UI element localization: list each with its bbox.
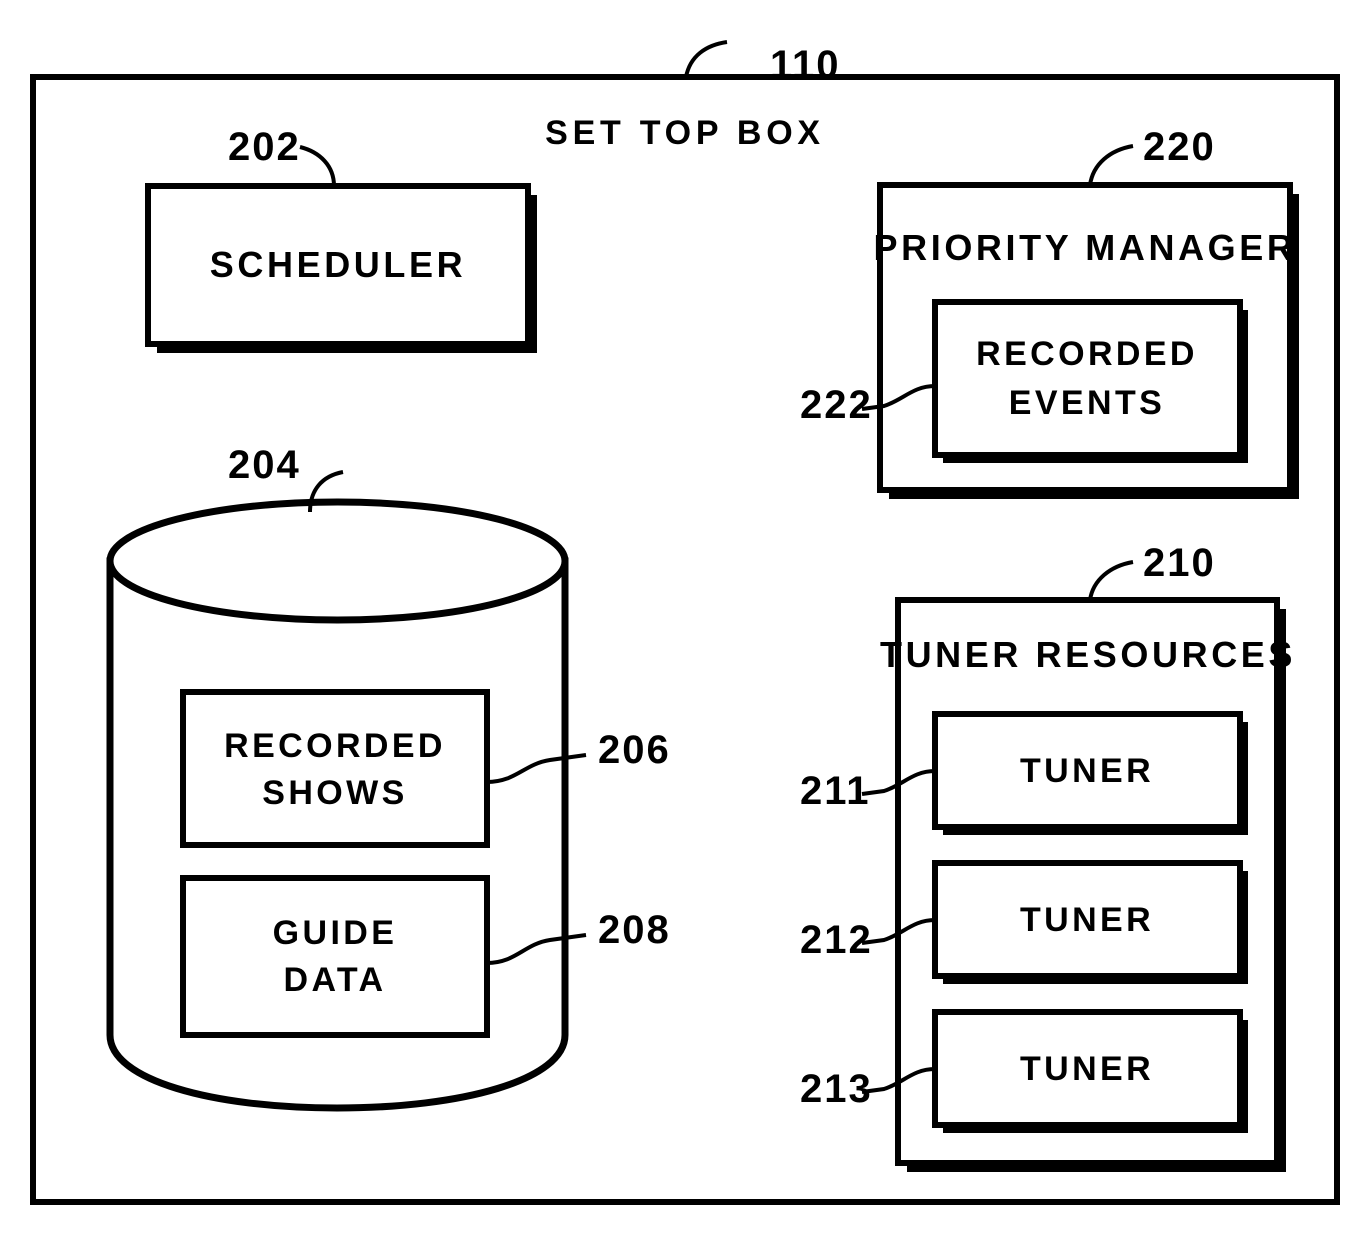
ref-220: 220 — [1143, 125, 1216, 169]
patent-figure: 110 SET TOP BOX 202 SCHEDULER 204 RECORD… — [0, 0, 1361, 1240]
tuner-2-label: TUNER — [1019, 900, 1155, 939]
recorded-shows-box — [180, 689, 490, 848]
recorded-events-line2: EVENTS — [1008, 383, 1166, 422]
ref-110: 110 — [770, 43, 841, 87]
ref-212: 212 — [800, 918, 873, 962]
tuner-resources-label: TUNER RESOURCES — [879, 633, 1297, 675]
recorded-events-box — [932, 299, 1243, 458]
ref-213: 213 — [800, 1067, 873, 1111]
tuner-1-label: TUNER — [1019, 751, 1155, 790]
leader-110 — [684, 40, 728, 78]
diagram-vector-layer — [30, 40, 1340, 1205]
tuner-3-label: TUNER — [1019, 1049, 1155, 1088]
ref-210: 210 — [1143, 541, 1216, 585]
guide-data-box — [180, 875, 490, 1038]
ref-202: 202 — [228, 125, 301, 169]
recorded-events-line1: RECORDED — [976, 334, 1198, 373]
ref-204: 204 — [228, 443, 301, 487]
priority-manager-label: PRIORITY MANAGER — [873, 226, 1297, 268]
guide-data-line2: DATA — [283, 960, 387, 999]
ref-208: 208 — [598, 908, 671, 952]
scheduler-label: SCHEDULER — [209, 243, 467, 285]
figure-title: SET TOP BOX — [545, 113, 825, 152]
ref-222: 222 — [800, 383, 873, 427]
storage-cylinder-top — [106, 498, 569, 624]
recorded-shows-line1: RECORDED — [224, 726, 446, 765]
recorded-shows-line2: SHOWS — [262, 773, 408, 812]
guide-data-line1: GUIDE — [272, 913, 398, 952]
ref-206: 206 — [598, 728, 671, 772]
ref-211: 211 — [800, 769, 871, 813]
